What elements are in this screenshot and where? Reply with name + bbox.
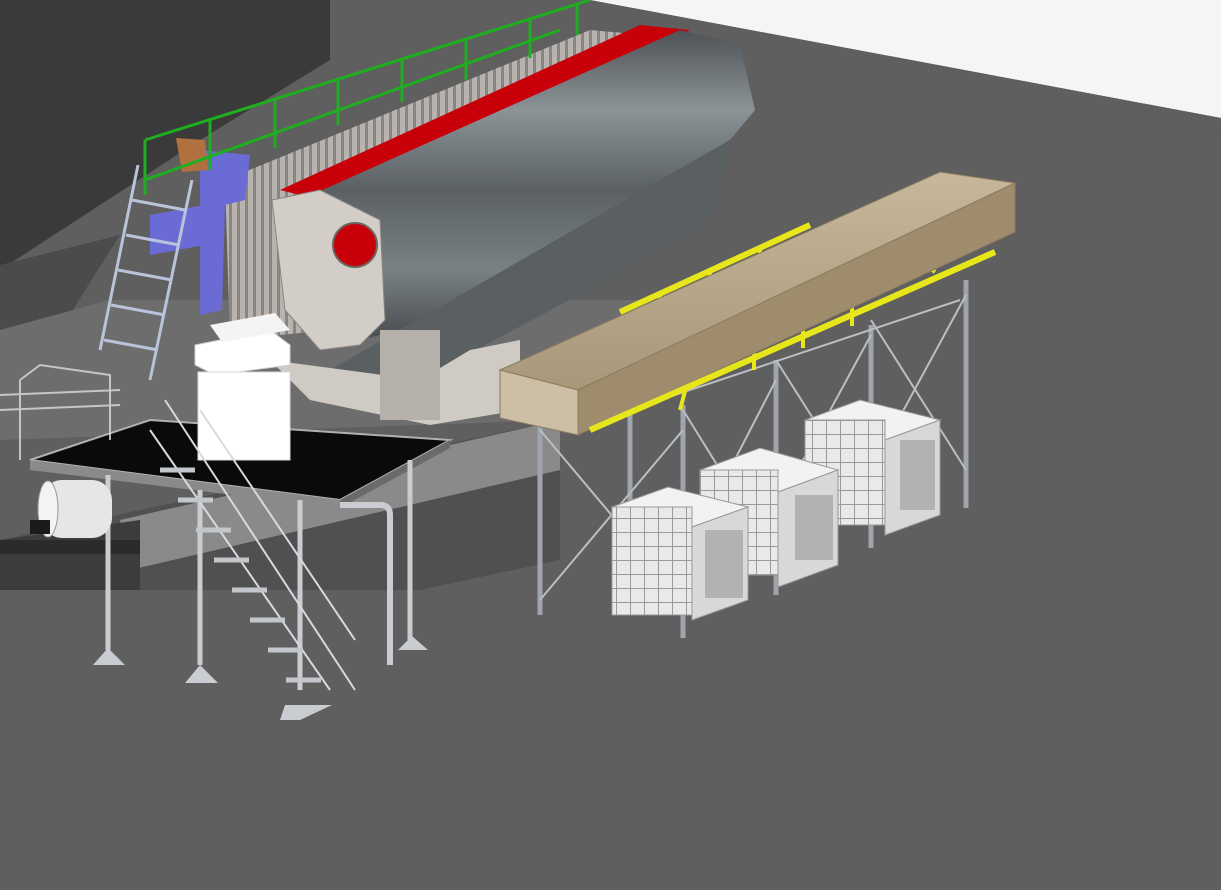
- paper-roll: [30, 480, 112, 538]
- ibc-tote: [610, 486, 750, 621]
- scene-canvas[interactable]: [0, 0, 1221, 890]
- leg-feet: [93, 636, 428, 683]
- cad-viewport[interactable]: [0, 0, 1221, 890]
